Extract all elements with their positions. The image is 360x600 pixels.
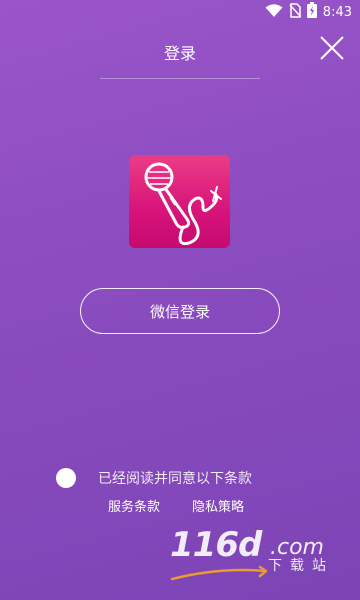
wifi-icon [265, 3, 283, 22]
agreement-radio[interactable] [56, 468, 76, 488]
close-icon [316, 36, 348, 68]
agreement-links: 服务条款 隐私策略 [108, 496, 244, 515]
watermark-subtitle: 下载站 [268, 558, 334, 574]
privacy-policy-link[interactable]: 隐私策略 [192, 496, 244, 515]
no-sim-icon [289, 2, 302, 22]
microphone-icon [129, 162, 230, 248]
page-title: 登录 [163, 44, 196, 63]
watermark-logo: 116d .com 下载站 [170, 525, 345, 587]
terms-of-service-link[interactable]: 服务条款 [108, 496, 160, 515]
status-bar: 8:43 [0, 0, 360, 24]
title-divider [100, 78, 260, 79]
agreement-text: 已经阅读并同意以下条款 [98, 471, 252, 487]
battery-charging-icon [306, 2, 317, 22]
swoosh-icon [170, 565, 270, 589]
close-button[interactable] [316, 32, 348, 64]
status-time: 8:43 [322, 4, 352, 20]
wechat-login-button[interactable]: 微信登录 [80, 288, 280, 334]
watermark-brand: 116d [170, 525, 262, 565]
app-logo [129, 155, 230, 248]
status-icons: 8:43 [265, 2, 352, 22]
agreement-row: 已经阅读并同意以下条款 [56, 466, 252, 490]
